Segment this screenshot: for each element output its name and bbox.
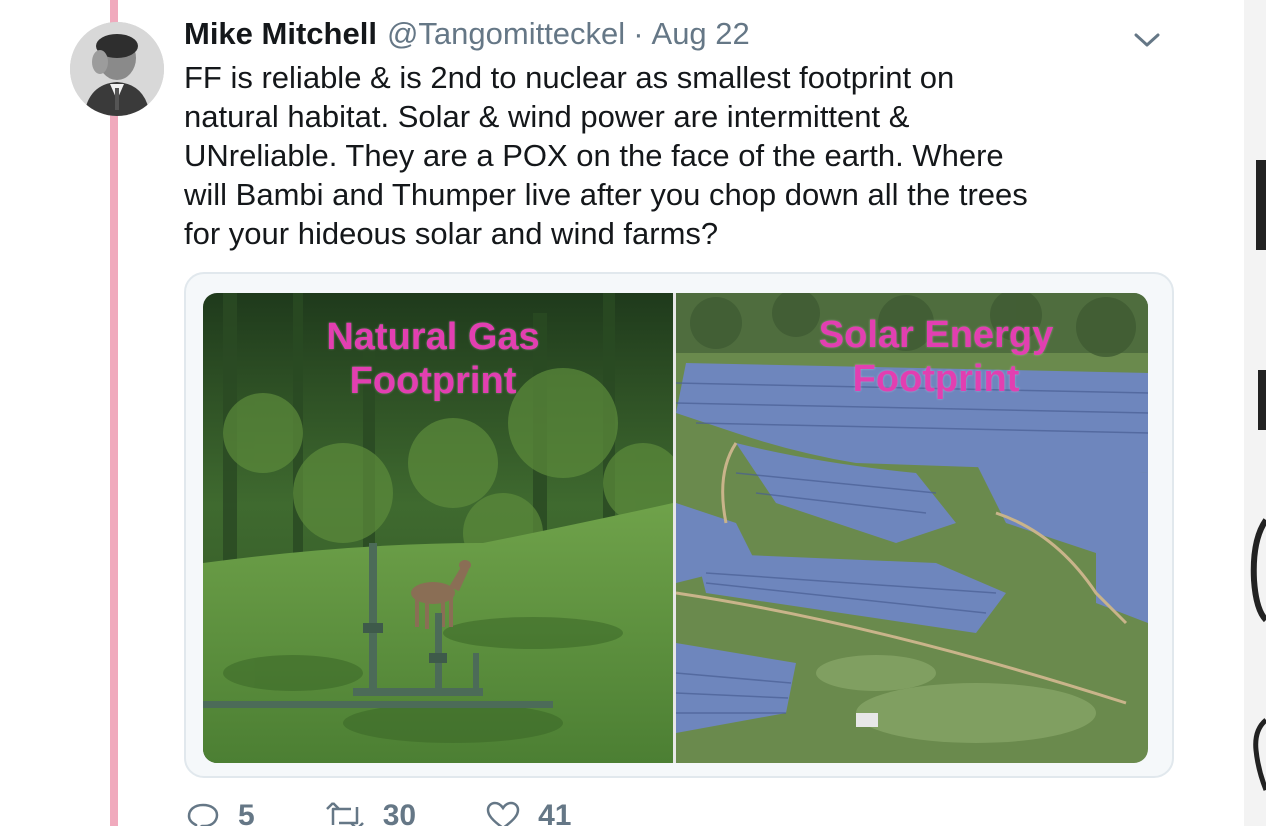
like-icon — [486, 801, 520, 826]
tweet-text-line: will Bambi and Thumper live after you ch… — [184, 177, 1028, 212]
background-page-fragment — [1244, 0, 1266, 826]
solar-energy-label-line: Solar Energy — [818, 314, 1054, 356]
solar-energy-label: Solar Energy Footprint — [676, 313, 1148, 401]
natural-gas-label-line: Natural Gas — [326, 316, 540, 358]
natural-gas-label-line: Footprint — [349, 360, 517, 402]
background-page-edge — [1244, 0, 1266, 826]
tweet-image[interactable]: Natural Gas Footprint Solar Energy Footp… — [203, 293, 1148, 763]
tweet-text-line: UNreliable. They are a POX on the face o… — [184, 138, 1004, 173]
like-count: 41 — [538, 799, 572, 826]
header-separator: · — [633, 16, 644, 51]
solar-energy-photo: Solar Energy Footprint — [675, 293, 1148, 763]
reply-button[interactable]: 5 — [186, 799, 255, 826]
author-name[interactable]: Mike Mitchell — [184, 16, 377, 52]
solar-energy-label-line: Footprint — [852, 358, 1020, 400]
chevron-down-icon[interactable] — [1132, 30, 1162, 50]
tweet-text-line: natural habitat. Solar & wind power are … — [184, 99, 910, 134]
tweet-actions: 5 30 41 — [186, 796, 641, 826]
thread-connector-line — [110, 0, 118, 826]
tweet-text-line: FF is reliable & is 2nd to nuclear as sm… — [184, 60, 955, 95]
tweet-header: Mike Mitchell @Tangomitteckel · Aug 22 — [184, 16, 750, 56]
author-handle[interactable]: @Tangomitteckel — [387, 16, 625, 52]
reply-icon — [187, 803, 219, 826]
natural-gas-label: Natural Gas Footprint — [203, 315, 663, 403]
natural-gas-photo: Natural Gas Footprint — [203, 293, 683, 763]
avatar[interactable] — [70, 22, 164, 116]
retweet-icon — [325, 802, 364, 826]
retweet-count: 30 — [382, 799, 417, 826]
avatar-image — [70, 22, 164, 116]
reply-count: 5 — [238, 799, 255, 826]
tweet-text-line: for your hideous solar and wind farms? — [184, 216, 719, 251]
like-button[interactable]: 41 — [486, 799, 571, 826]
tweet-date[interactable]: Aug 22 — [652, 16, 750, 52]
tweet-text: FF is reliable & is 2nd to nuclear as sm… — [184, 58, 1184, 253]
retweet-button[interactable]: 30 — [325, 799, 416, 826]
